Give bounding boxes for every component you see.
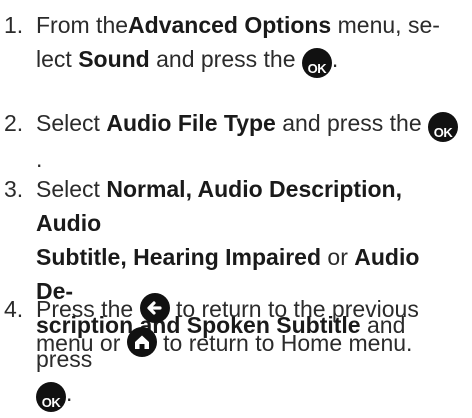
step-number: 2. bbox=[4, 110, 24, 136]
step-number: 3. bbox=[4, 176, 24, 202]
option-name: Audio bbox=[36, 210, 102, 236]
home-icon bbox=[126, 327, 157, 357]
option-name: Subtitle bbox=[36, 244, 121, 270]
option-name: Hearing Impaired bbox=[133, 244, 322, 270]
step-text: From theAdvanced Options menu, se- lect … bbox=[36, 12, 440, 78]
menu-name: Audio File Type bbox=[106, 110, 276, 136]
ok-button-icon: OK bbox=[428, 112, 459, 142]
back-arrow-icon bbox=[139, 293, 170, 323]
step-number: 4. bbox=[4, 296, 24, 322]
step-text: Press the to return to the previous menu… bbox=[36, 292, 458, 360]
ok-button-icon: OK bbox=[301, 48, 332, 78]
step-number: 1. bbox=[4, 12, 24, 38]
menu-name: Sound bbox=[78, 46, 150, 72]
step-text: Select Audio File Type and press the OK … bbox=[36, 106, 459, 176]
option-name: Normal bbox=[106, 176, 186, 202]
option-name: Audio Description bbox=[197, 176, 396, 202]
ok-button-icon: OK bbox=[36, 382, 66, 412]
menu-name: Advanced Options bbox=[128, 12, 332, 38]
